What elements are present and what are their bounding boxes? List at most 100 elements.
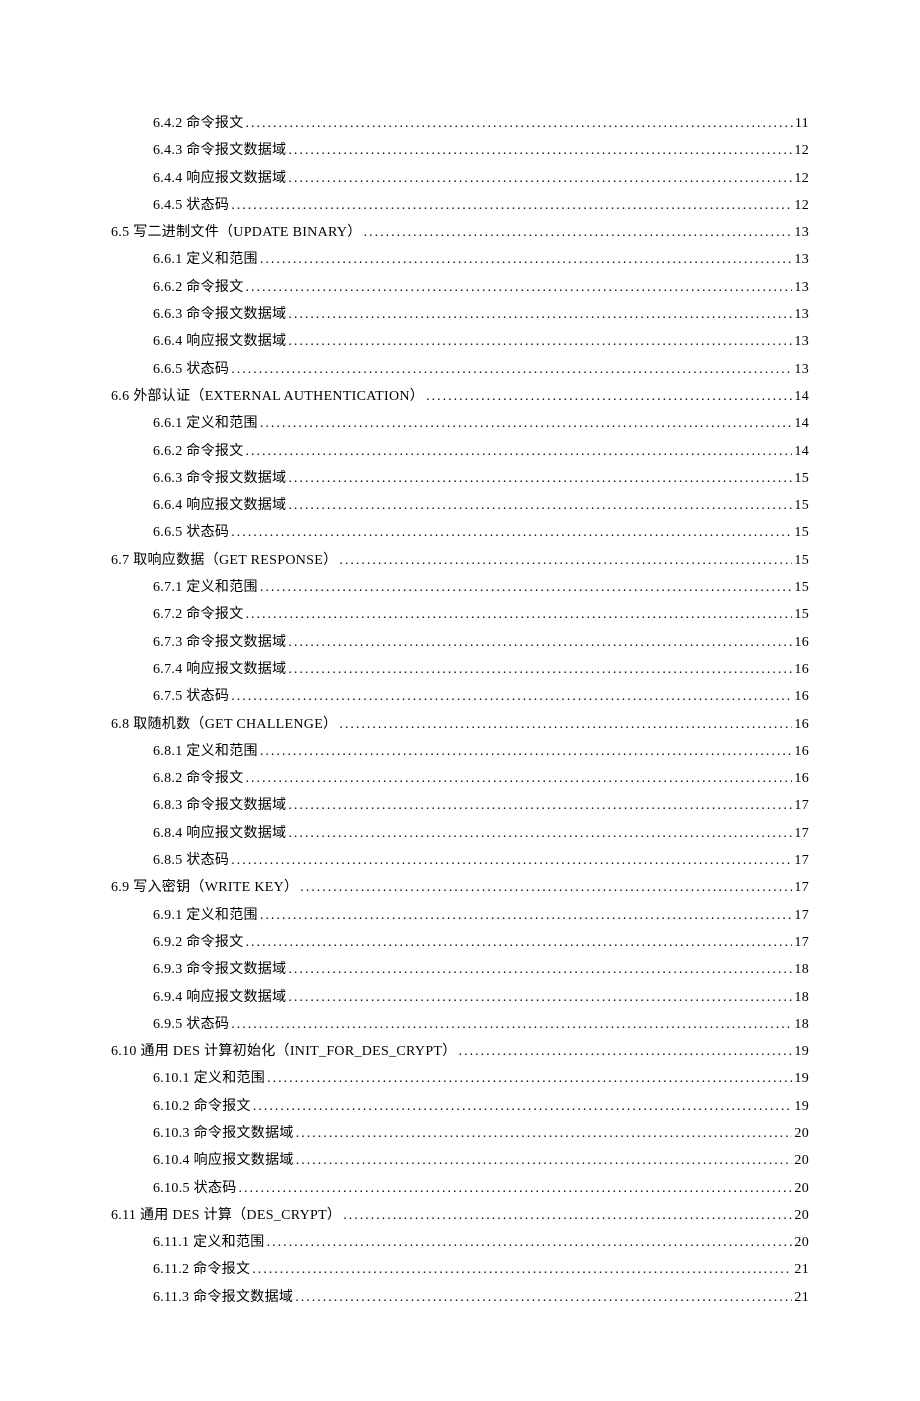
toc-entry-page: 16 — [794, 765, 809, 792]
toc-entry-label: 6.11.1 定义和范围 — [153, 1229, 265, 1256]
toc-entry[interactable]: 6.8.5 状态码17 — [153, 847, 809, 874]
toc-entry[interactable]: 6.10.3 命令报文数据域20 — [153, 1120, 809, 1147]
toc-leader-dots — [231, 356, 792, 383]
toc-entry-label: 6.6 外部认证（EXTERNAL AUTHENTICATION） — [111, 383, 424, 410]
toc-entry[interactable]: 6.10.1 定义和范围19 — [153, 1065, 809, 1092]
toc-entry[interactable]: 6.4.3 命令报文数据域12 — [153, 137, 809, 164]
toc-entry[interactable]: 6.6.4 响应报文数据域 13 — [153, 328, 809, 355]
toc-entry-label: 6.8.1 定义和范围 — [153, 738, 258, 765]
toc-entry-page: 16 — [794, 711, 809, 738]
toc-entry[interactable]: 6.7.2 命令报文15 — [153, 601, 809, 628]
toc-entry[interactable]: 6.7 取响应数据（GET RESPONSE）15 — [111, 547, 809, 574]
toc-entry[interactable]: 6.10.4 响应报文数据域20 — [153, 1147, 809, 1174]
toc-entry[interactable]: 6.9.3 命令报文数据域18 — [153, 956, 809, 983]
toc-entry-page: 20 — [794, 1229, 809, 1256]
toc-entry[interactable]: 6.9 写入密钥（WRITE KEY） 17 — [111, 874, 809, 901]
toc-entry-page: 15 — [794, 547, 809, 574]
toc-entry-page: 20 — [794, 1175, 809, 1202]
toc-entry[interactable]: 6.6.1 定义和范围14 — [153, 410, 809, 437]
toc-entry[interactable]: 6.8 取随机数（GET CHALLENGE）16 — [111, 711, 809, 738]
toc-entry-page: 13 — [794, 219, 809, 246]
toc-entry-page: 13 — [794, 301, 809, 328]
toc-leader-dots — [296, 1147, 793, 1174]
toc-entry-page: 17 — [794, 874, 809, 901]
toc-entry[interactable]: 6.7.4 响应报文数据域16 — [153, 656, 809, 683]
toc-leader-dots — [459, 1038, 793, 1065]
toc-entry[interactable]: 6.7.3 命令报文数据域16 — [153, 629, 809, 656]
toc-entry[interactable]: 6.8.2 命令报文16 — [153, 765, 809, 792]
toc-entry[interactable]: 6.11.1 定义和范围 20 — [153, 1229, 809, 1256]
toc-leader-dots — [288, 465, 792, 492]
toc-entry-label: 6.10.4 响应报文数据域 — [153, 1147, 294, 1174]
toc-entry-page: 15 — [794, 492, 809, 519]
toc-entry-page: 14 — [794, 438, 809, 465]
toc-entry-label: 6.6.5 状态码 — [153, 356, 229, 383]
toc-entry-label: 6.8.4 响应报文数据域 — [153, 820, 286, 847]
toc-entry-label: 6.8.3 命令报文数据域 — [153, 792, 286, 819]
toc-entry[interactable]: 6.10.2 命令报文19 — [153, 1093, 809, 1120]
toc-entry[interactable]: 6.11.2 命令报文21 — [153, 1256, 809, 1283]
toc-entry[interactable]: 6.6.5 状态码13 — [153, 356, 809, 383]
toc-entry-page: 12 — [794, 165, 809, 192]
toc-entry[interactable]: 6.4.4 响应报文数据域12 — [153, 165, 809, 192]
toc-entry[interactable]: 6.6.3 命令报文数据域13 — [153, 301, 809, 328]
toc-entry-page: 20 — [794, 1120, 809, 1147]
toc-entry[interactable]: 6.6.2 命令报文14 — [153, 438, 809, 465]
toc-leader-dots — [231, 847, 792, 874]
toc-leader-dots — [260, 738, 793, 765]
toc-entry[interactable]: 6.9.4 响应报文数据域18 — [153, 984, 809, 1011]
toc-entry-label: 6.6.4 响应报文数据域 — [153, 328, 286, 355]
toc-entry[interactable]: 6.11 通用 DES 计算（DES_CRYPT）20 — [111, 1202, 809, 1229]
toc-entry[interactable]: 6.6 外部认证（EXTERNAL AUTHENTICATION） 14 — [111, 383, 809, 410]
toc-entry-label: 6.9 写入密钥（WRITE KEY） — [111, 874, 298, 901]
toc-leader-dots — [267, 1229, 793, 1256]
toc-leader-dots — [260, 246, 793, 273]
toc-entry[interactable]: 6.6.4 响应报文数据域15 — [153, 492, 809, 519]
toc-entry-label: 6.9.2 命令报文 — [153, 929, 244, 956]
toc-leader-dots — [246, 274, 793, 301]
toc-entry[interactable]: 6.9.1 定义和范围17 — [153, 902, 809, 929]
toc-entry-page: 18 — [794, 1011, 809, 1038]
toc-leader-dots — [295, 1284, 792, 1311]
toc-entry[interactable]: 6.9.5 状态码 18 — [153, 1011, 809, 1038]
toc-entry-label: 6.6.2 命令报文 — [153, 274, 244, 301]
toc-entry-page: 21 — [794, 1284, 809, 1311]
toc-entry-page: 13 — [794, 274, 809, 301]
toc-entry[interactable]: 6.8.1 定义和范围16 — [153, 738, 809, 765]
toc-entry-page: 16 — [794, 683, 809, 710]
toc-entry[interactable]: 6.10 通用 DES 计算初始化（INIT_FOR_DES_CRYPT）19 — [111, 1038, 809, 1065]
toc-entry[interactable]: 6.7.1 定义和范围15 — [153, 574, 809, 601]
toc-entry[interactable]: 6.7.5 状态码16 — [153, 683, 809, 710]
toc-entry[interactable]: 6.4.5 状态码12 — [153, 192, 809, 219]
toc-entry-label: 6.7.4 响应报文数据域 — [153, 656, 286, 683]
toc-entry-page: 18 — [794, 984, 809, 1011]
toc-entry[interactable]: 6.4.2 命令报文11 — [153, 110, 809, 137]
toc-entry[interactable]: 6.9.2 命令报文 17 — [153, 929, 809, 956]
toc-leader-dots — [364, 219, 793, 246]
toc-entry-label: 6.11 通用 DES 计算（DES_CRYPT） — [111, 1202, 341, 1229]
toc-entry-page: 17 — [794, 929, 809, 956]
toc-entry[interactable]: 6.5 写二进制文件（UPDATE BINARY）13 — [111, 219, 809, 246]
toc-leader-dots — [339, 711, 792, 738]
toc-entry[interactable]: 6.6.1 定义和范围13 — [153, 246, 809, 273]
toc-entry[interactable]: 6.10.5 状态码20 — [153, 1175, 809, 1202]
toc-entry-label: 6.9.5 状态码 — [153, 1011, 229, 1038]
toc-leader-dots — [246, 110, 793, 137]
toc-entry-page: 12 — [794, 137, 809, 164]
toc-leader-dots — [231, 1011, 792, 1038]
toc-leader-dots — [288, 984, 792, 1011]
toc-entry[interactable]: 6.11.3 命令报文数据域21 — [153, 1284, 809, 1311]
toc-leader-dots — [246, 765, 793, 792]
toc-entry-page: 13 — [794, 328, 809, 355]
toc-entry-label: 6.6.3 命令报文数据域 — [153, 465, 286, 492]
toc-entry-page: 19 — [794, 1065, 809, 1092]
toc-entry[interactable]: 6.6.5 状态码15 — [153, 519, 809, 546]
toc-leader-dots — [288, 656, 792, 683]
toc-entry[interactable]: 6.8.3 命令报文数据域17 — [153, 792, 809, 819]
toc-entry[interactable]: 6.6.2 命令报文 13 — [153, 274, 809, 301]
toc-entry-page: 14 — [794, 383, 809, 410]
toc-leader-dots — [343, 1202, 792, 1229]
toc-entry-page: 17 — [794, 902, 809, 929]
toc-entry[interactable]: 6.6.3 命令报文数据域15 — [153, 465, 809, 492]
toc-entry[interactable]: 6.8.4 响应报文数据域17 — [153, 820, 809, 847]
